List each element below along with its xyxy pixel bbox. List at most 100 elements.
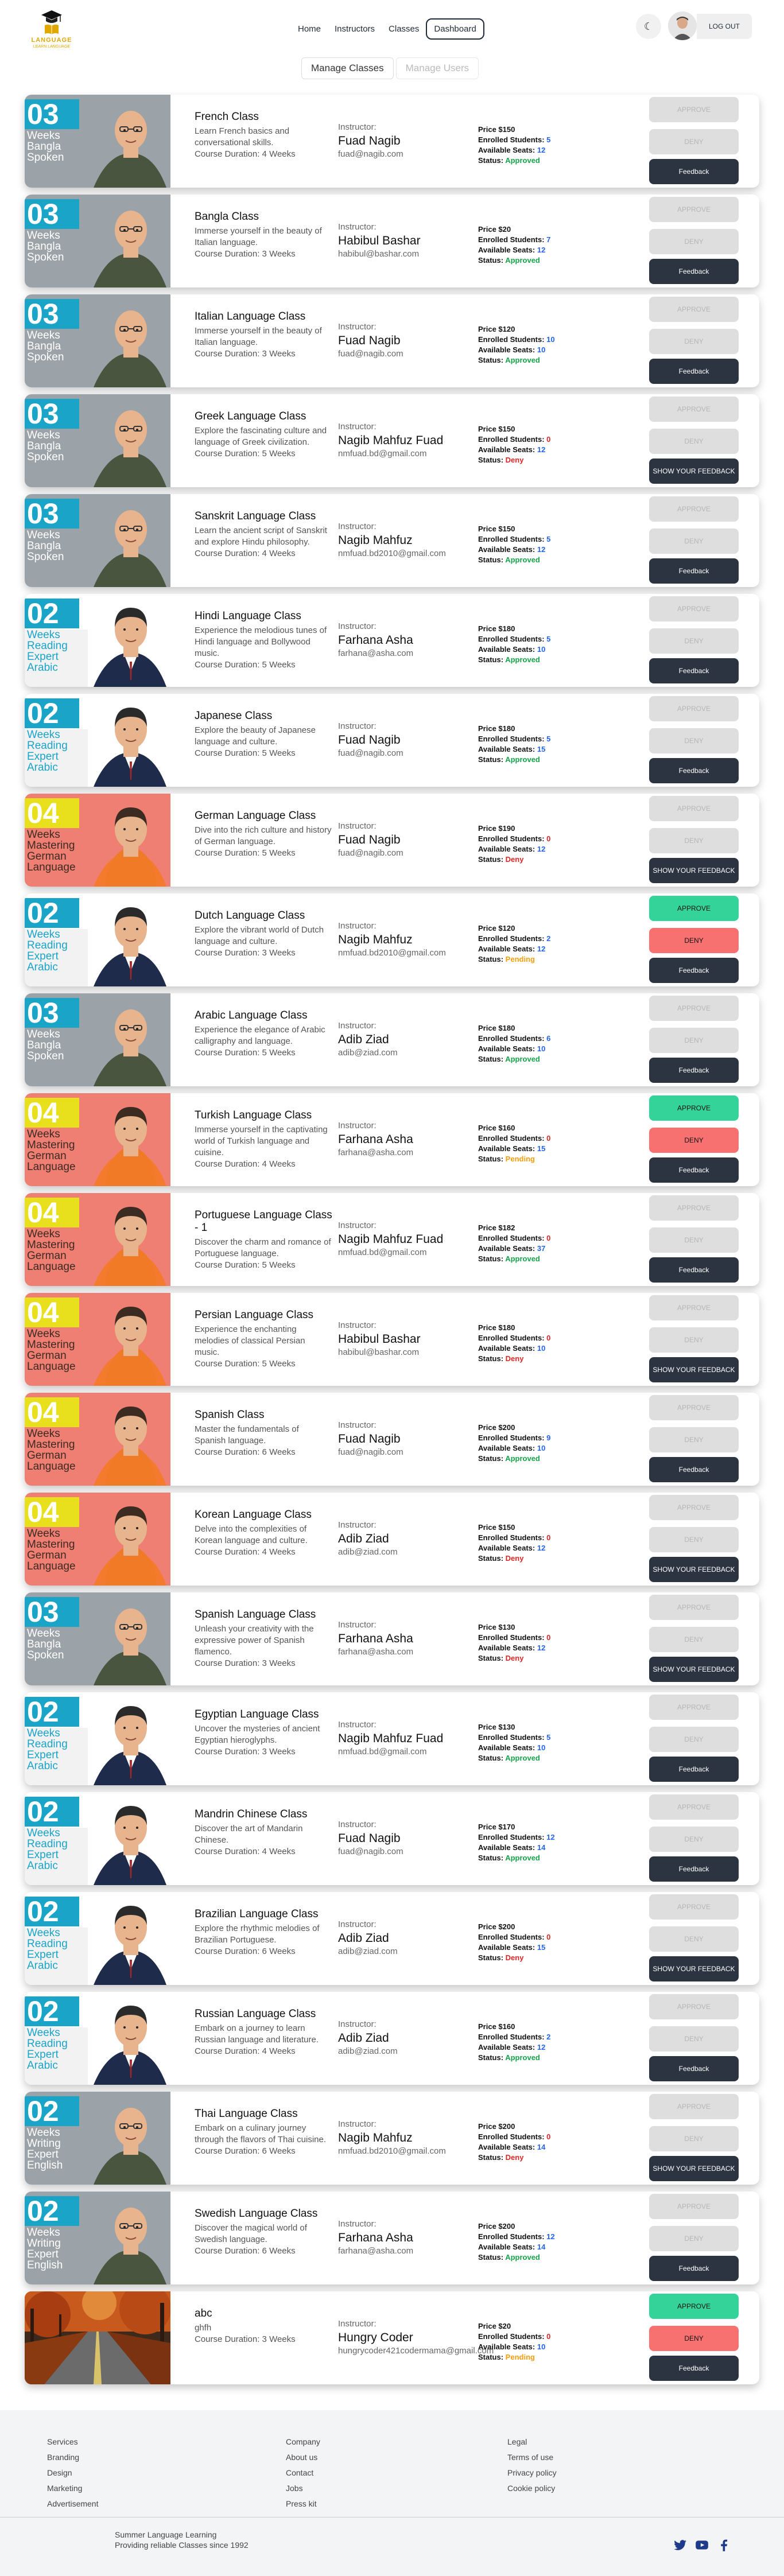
deny-button[interactable]: DENY — [649, 1527, 739, 1552]
deny-button[interactable]: DENY — [649, 2126, 739, 2151]
deny-button[interactable]: DENY — [649, 1028, 739, 1053]
deny-button[interactable]: DENY — [649, 1627, 739, 1652]
approve-button[interactable]: APPROVE — [649, 397, 739, 422]
deny-button[interactable]: DENY — [649, 628, 739, 654]
approve-button[interactable]: APPROVE — [649, 1894, 739, 1920]
footer-link[interactable]: Company — [286, 2434, 320, 2450]
feedback-button[interactable]: SHOW YOUR FEEDBACK — [649, 1657, 739, 1682]
footer-link[interactable]: Press kit — [286, 2496, 320, 2512]
approve-button[interactable]: APPROVE — [649, 496, 739, 522]
deny-button[interactable]: DENY — [649, 1727, 739, 1752]
footer-link[interactable]: Jobs — [286, 2481, 320, 2496]
tab-manage-classes[interactable]: Manage Classes — [301, 57, 394, 79]
class-price: Price $200 — [478, 2122, 515, 2131]
approve-button[interactable]: APPROVE — [649, 1395, 739, 1420]
feedback-button[interactable]: Feedback — [649, 2356, 739, 2381]
feedback-button[interactable]: Feedback — [649, 1457, 739, 1482]
approve-button[interactable]: APPROVE — [649, 1495, 739, 1520]
feedback-button[interactable]: Feedback — [649, 2056, 739, 2081]
twitter-icon[interactable] — [673, 2538, 688, 2552]
deny-button[interactable]: DENY — [649, 329, 739, 354]
deny-button[interactable]: DENY — [649, 2326, 739, 2351]
feedback-button[interactable]: SHOW YOUR FEEDBACK — [649, 858, 739, 883]
footer-link[interactable]: Marketing — [47, 2481, 98, 2496]
class-duration: Course Duration: 4 Weeks — [195, 1547, 296, 1557]
deny-button[interactable]: DENY — [649, 529, 739, 554]
footer-link[interactable]: Contact — [286, 2465, 320, 2481]
footer-link[interactable]: Legal — [507, 2434, 557, 2450]
feedback-button[interactable]: Feedback — [649, 1757, 739, 1782]
feedback-button[interactable]: SHOW YOUR FEEDBACK — [649, 1357, 739, 1382]
nav-classes[interactable]: Classes — [382, 20, 426, 38]
approve-button[interactable]: APPROVE — [649, 197, 739, 222]
theme-toggle[interactable]: ☾ — [636, 14, 661, 39]
approve-button[interactable]: APPROVE — [649, 696, 739, 721]
footer-link[interactable]: Cookie policy — [507, 2481, 557, 2496]
enrolled-students: Enrolled Students: 7 — [478, 235, 551, 244]
nav-home[interactable]: Home — [291, 20, 328, 38]
footer-link[interactable]: Services — [47, 2434, 98, 2450]
feedback-button[interactable]: Feedback — [649, 658, 739, 683]
approve-button[interactable]: APPROVE — [649, 996, 739, 1021]
feedback-button[interactable]: SHOW YOUR FEEDBACK — [649, 2156, 739, 2181]
footer-link[interactable]: Terms of use — [507, 2450, 557, 2465]
deny-button[interactable]: DENY — [649, 828, 739, 853]
nav-instructors[interactable]: Instructors — [328, 20, 382, 38]
approve-button[interactable]: APPROVE — [649, 596, 739, 621]
class-duration: Course Duration: 6 Weeks — [195, 2246, 296, 2256]
feedback-button[interactable]: SHOW YOUR FEEDBACK — [649, 459, 739, 484]
deny-button[interactable]: DENY — [649, 728, 739, 753]
nav-dashboard[interactable]: Dashboard — [426, 18, 484, 40]
deny-button[interactable]: DENY — [649, 1128, 739, 1153]
approve-button[interactable]: APPROVE — [649, 1295, 739, 1320]
deny-button[interactable]: DENY — [649, 1427, 739, 1452]
approve-button[interactable]: APPROVE — [649, 297, 739, 322]
facebook-icon[interactable] — [716, 2538, 731, 2552]
approve-button[interactable]: APPROVE — [649, 896, 739, 921]
feedback-button[interactable]: Feedback — [649, 558, 739, 584]
site-logo[interactable]: LANGUAGE LEARN LANGUAGE — [29, 6, 75, 49]
feedback-button[interactable]: Feedback — [649, 1058, 739, 1083]
approve-button[interactable]: APPROVE — [649, 1994, 739, 2019]
approve-button[interactable]: APPROVE — [649, 2094, 739, 2119]
user-avatar[interactable] — [668, 11, 697, 40]
deny-button[interactable]: DENY — [649, 1227, 739, 1253]
logout-button[interactable]: LOG OUT — [697, 14, 752, 39]
deny-button[interactable]: DENY — [649, 1327, 739, 1353]
feedback-button[interactable]: Feedback — [649, 159, 739, 184]
approve-button[interactable]: APPROVE — [649, 796, 739, 821]
approve-button[interactable]: APPROVE — [649, 2294, 739, 2319]
feedback-button[interactable]: Feedback — [649, 2256, 739, 2281]
approve-button[interactable]: APPROVE — [649, 2194, 739, 2219]
tab-manage-users[interactable]: Manage Users — [395, 57, 479, 79]
feedback-button[interactable]: SHOW YOUR FEEDBACK — [649, 1956, 739, 1981]
approve-button[interactable]: APPROVE — [649, 1595, 739, 1620]
feedback-button[interactable]: Feedback — [649, 1856, 739, 1882]
approve-button[interactable]: APPROVE — [649, 1695, 739, 1720]
feedback-button[interactable]: Feedback — [649, 259, 739, 284]
deny-button[interactable]: DENY — [649, 928, 739, 953]
deny-button[interactable]: DENY — [649, 2226, 739, 2251]
deny-button[interactable]: DENY — [649, 1827, 739, 1852]
youtube-icon[interactable] — [694, 2538, 709, 2552]
deny-button[interactable]: DENY — [649, 129, 739, 154]
feedback-button[interactable]: Feedback — [649, 758, 739, 783]
feedback-button[interactable]: Feedback — [649, 1257, 739, 1283]
feedback-button[interactable]: Feedback — [649, 958, 739, 983]
feedback-button[interactable]: Feedback — [649, 359, 739, 384]
approve-button[interactable]: APPROVE — [649, 1195, 739, 1221]
footer-link[interactable]: About us — [286, 2450, 320, 2465]
footer-link[interactable]: Design — [47, 2465, 98, 2481]
deny-button[interactable]: DENY — [649, 2026, 739, 2052]
approve-button[interactable]: APPROVE — [649, 1794, 739, 1820]
deny-button[interactable]: DENY — [649, 429, 739, 454]
feedback-button[interactable]: SHOW YOUR FEEDBACK — [649, 1557, 739, 1582]
footer-link[interactable]: Privacy policy — [507, 2465, 557, 2481]
feedback-button[interactable]: Feedback — [649, 1157, 739, 1183]
approve-button[interactable]: APPROVE — [649, 97, 739, 122]
deny-button[interactable]: DENY — [649, 229, 739, 254]
footer-link[interactable]: Branding — [47, 2450, 98, 2465]
deny-button[interactable]: DENY — [649, 1926, 739, 1952]
approve-button[interactable]: APPROVE — [649, 1095, 739, 1121]
footer-link[interactable]: Advertisement — [47, 2496, 98, 2512]
